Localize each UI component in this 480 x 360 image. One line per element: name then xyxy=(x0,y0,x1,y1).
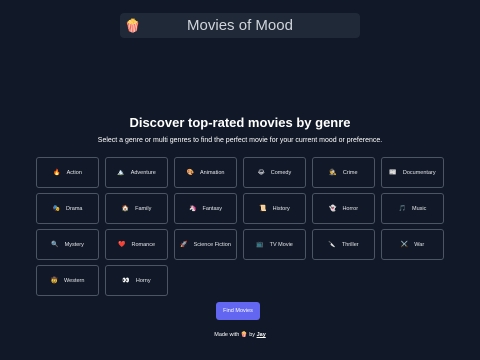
page-subtitle: Select a genre or multi genres to find t… xyxy=(97,137,383,144)
genre-label: Animation xyxy=(200,169,225,176)
drama-icon: 🎭 xyxy=(52,205,60,212)
genre-button-western[interactable]: 🤠 Western xyxy=(36,265,99,296)
history-icon: 📜 xyxy=(259,205,267,212)
genre-button-history[interactable]: 📜 History xyxy=(243,193,306,224)
genre-label: Drama xyxy=(65,205,83,212)
tv-movie-icon: 📺 xyxy=(256,241,264,248)
page-heading: Discover top-rated movies by genre xyxy=(129,115,351,130)
genre-button-mystery[interactable]: 🔍 Mystery xyxy=(36,229,99,260)
genre-label: Comedy xyxy=(270,169,292,176)
mystery-icon: 🔍 xyxy=(51,241,59,248)
genre-label: Mystery xyxy=(64,241,84,248)
fantasy-icon: 🦄 xyxy=(188,205,197,212)
genre-button-fantasy[interactable]: 🦄 Fantasy xyxy=(174,193,237,224)
genre-button-horror[interactable]: 👻 Horror xyxy=(312,193,375,224)
romance-icon: ❤️ xyxy=(117,241,126,248)
documentary-icon: 📰 xyxy=(389,169,397,176)
family-icon: 🏠 xyxy=(121,205,130,212)
action-icon: 🔥 xyxy=(53,169,61,176)
music-icon: 🎵 xyxy=(398,205,407,212)
genre-button-drama[interactable]: 🎭 Drama xyxy=(36,193,99,224)
genre-label: Family xyxy=(135,205,152,212)
western-icon: 🤠 xyxy=(50,277,59,284)
genre-button-horny[interactable]: 👀 Horny xyxy=(105,265,168,296)
genre-label: Crime xyxy=(342,169,358,176)
genre-label: Fantasy xyxy=(202,205,223,212)
genre-label: History xyxy=(272,205,290,212)
science-fiction-icon: 🚀 xyxy=(180,241,188,248)
genre-button-comedy[interactable]: 😂 Comedy xyxy=(243,157,306,188)
genre-button-tv-movie[interactable]: 📺 TV Movie xyxy=(243,229,306,260)
genre-label: Romance xyxy=(131,241,156,248)
genre-button-crime[interactable]: 🕵️ Crime xyxy=(312,157,375,188)
footer: Made with 🍿 by Jay xyxy=(0,332,480,338)
genre-label: War xyxy=(414,241,425,248)
crime-icon: 🕵️ xyxy=(329,169,337,176)
genre-button-animation[interactable]: 🎨 Animation xyxy=(174,157,237,188)
genre-label: TV Movie xyxy=(269,241,293,248)
animation-icon: 🎨 xyxy=(186,169,194,176)
genre-button-adventure[interactable]: 🏔️ Adventure xyxy=(105,157,168,188)
genre-label: Adventure xyxy=(130,169,156,176)
genre-label: Action xyxy=(66,169,82,176)
thriller-icon: 🔪 xyxy=(328,241,336,248)
author-link[interactable]: Jay xyxy=(257,332,266,338)
footer-prefix: Made with xyxy=(214,332,240,338)
genre-button-family[interactable]: 🏠 Family xyxy=(105,193,168,224)
site-title[interactable]: Movies of Mood xyxy=(120,13,360,38)
horny-icon: 👀 xyxy=(122,277,130,284)
genre-button-war[interactable]: ⚔️ War xyxy=(381,229,444,260)
genre-label: Science Fiction xyxy=(193,241,231,248)
find-movies-button[interactable]: Find Movies xyxy=(216,302,260,320)
genre-button-action[interactable]: 🔥 Action xyxy=(36,157,99,188)
genre-button-science-fiction[interactable]: 🚀 Science Fiction xyxy=(174,229,237,260)
genre-button-thriller[interactable]: 🔪 Thriller xyxy=(312,229,375,260)
genre-button-romance[interactable]: ❤️ Romance xyxy=(105,229,168,260)
genre-label: Music xyxy=(412,205,427,212)
war-icon: ⚔️ xyxy=(400,241,409,248)
genre-label: Horror xyxy=(342,205,359,212)
adventure-icon: 🏔️ xyxy=(117,169,125,176)
popcorn-icon: 🍿 xyxy=(240,332,248,338)
genre-button-documentary[interactable]: 📰 Documentary xyxy=(381,157,444,188)
genre-button-music[interactable]: 🎵 Music xyxy=(381,193,444,224)
site-header: 🍿 Movies of Mood xyxy=(120,13,360,38)
genre-grid: 🔥 Action 🏔️ Adventure 🎨 Animation 😂 Comedy 🕵️ Cri… xyxy=(36,157,444,296)
horror-icon: 👻 xyxy=(328,205,337,212)
genre-label: Western xyxy=(64,277,85,284)
comedy-icon: 😂 xyxy=(257,169,265,176)
footer-by: by xyxy=(249,332,256,338)
genre-label: Horny xyxy=(135,277,151,284)
genre-label: Thriller xyxy=(341,241,359,248)
genre-label: Documentary xyxy=(402,169,436,176)
